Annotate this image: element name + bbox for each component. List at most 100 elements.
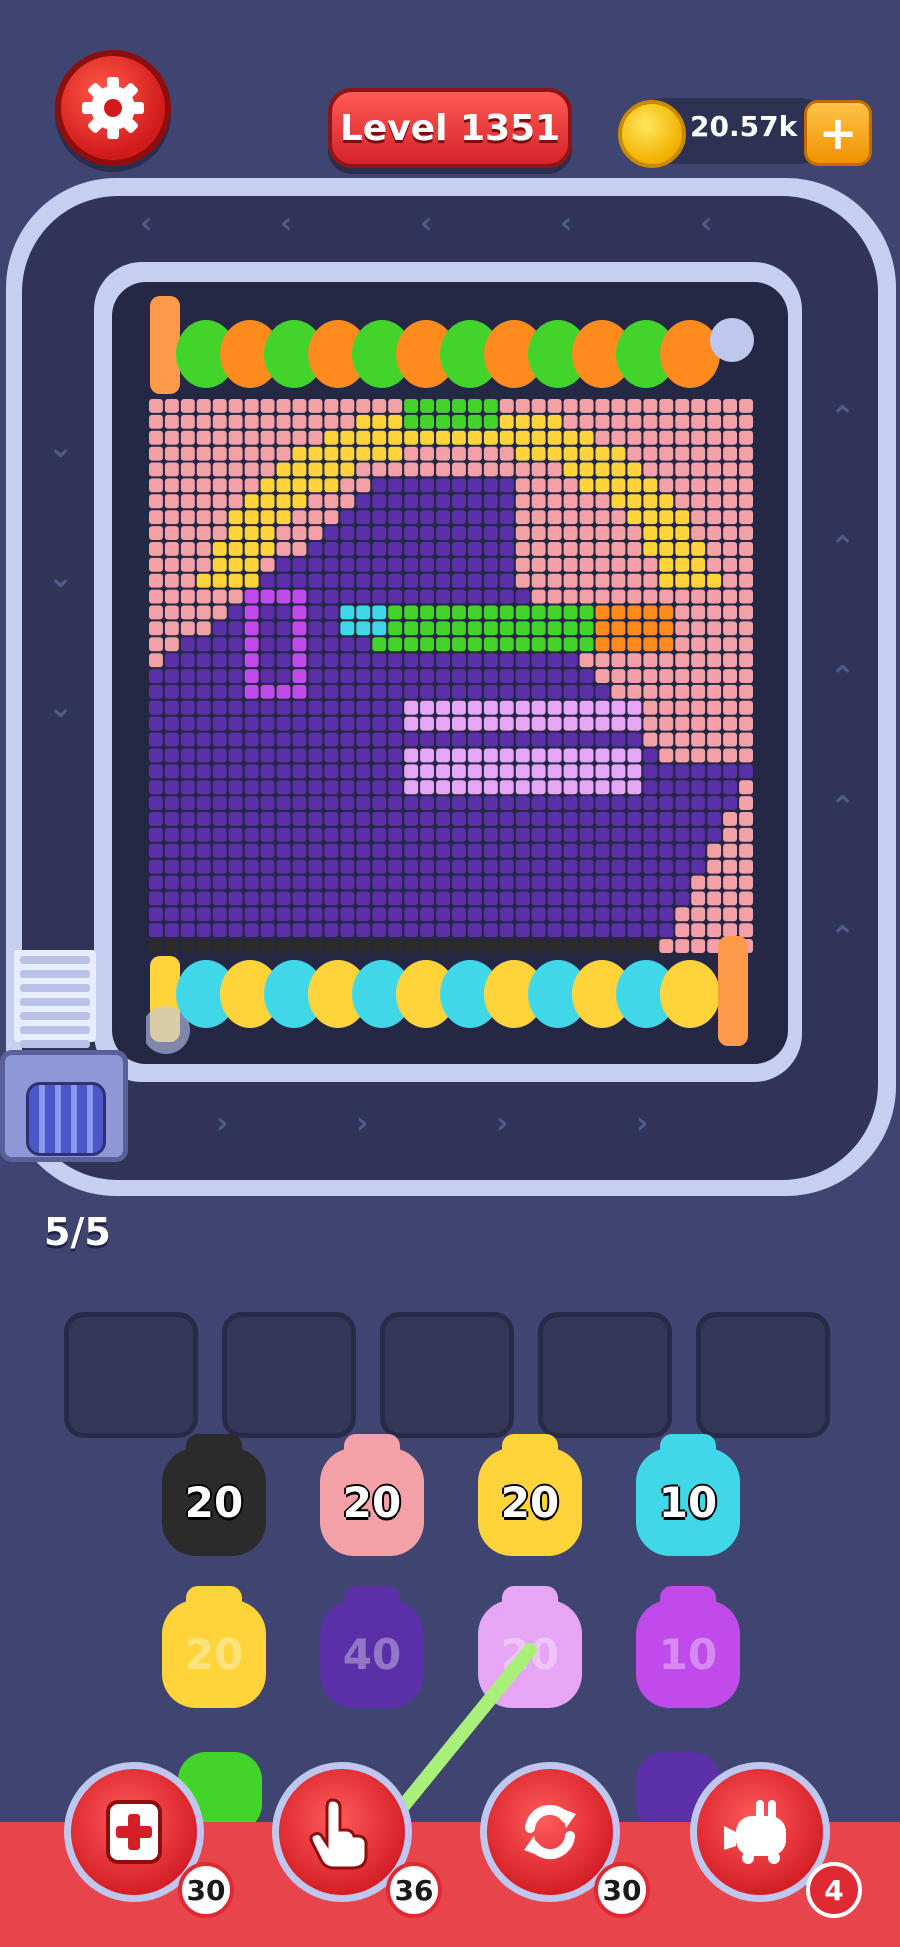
pixel-cell (595, 764, 610, 779)
pixel-cell (483, 907, 498, 922)
pixel-cell (324, 891, 339, 906)
pixel-cell (244, 589, 259, 604)
pixel-cell (292, 780, 307, 795)
pixel-cell (595, 796, 610, 810)
pixel-cell (308, 462, 323, 477)
pixel-cell (499, 732, 514, 747)
add-coins-button[interactable]: + (804, 100, 872, 166)
track-arrow-icon: ⌄ (48, 690, 74, 725)
pixel-cell (228, 684, 243, 699)
pixel-cell (627, 494, 642, 509)
bunny-piece[interactable]: 20 (478, 1434, 582, 1556)
pixel-cell (324, 827, 339, 842)
pixel-cell (563, 430, 578, 445)
pixel-cell (563, 812, 578, 826)
bunny-piece[interactable]: 20 (162, 1434, 266, 1556)
pixel-cell (180, 907, 195, 922)
pixel-cell (675, 843, 690, 858)
pixel-cell (467, 510, 482, 525)
pixel-cell (196, 827, 211, 842)
pixel-cell (260, 780, 275, 795)
pixel-cell (372, 494, 387, 509)
pixel-cell (420, 732, 434, 747)
pixel-cell (324, 462, 339, 477)
pixel-cell (308, 510, 323, 525)
pixel-cell (595, 780, 610, 795)
bunny-piece[interactable]: 20 (320, 1434, 424, 1556)
pixel-cell (260, 812, 275, 826)
pixel-cell (356, 748, 371, 763)
pixel-cell (643, 748, 658, 763)
pixel-cell (292, 684, 307, 699)
pixel-cell (531, 557, 546, 572)
pixel-cell (467, 446, 482, 461)
pixel-cell (260, 796, 275, 810)
pixel-cell (372, 812, 387, 826)
pixel-cell (244, 732, 259, 747)
pixel-cell (595, 542, 610, 556)
pixel-cell (260, 399, 275, 413)
pixel-cell (388, 875, 403, 890)
pixel-cell (324, 446, 339, 461)
pixel-cell (659, 764, 674, 779)
pixel-cell (691, 875, 706, 890)
bunny-piece[interactable]: 10 (636, 1434, 740, 1556)
pixel-cell (324, 716, 339, 731)
pixel-cell (547, 637, 562, 652)
pixel-cell (531, 542, 546, 556)
pixel-cell (372, 573, 387, 588)
pixel-cell (340, 827, 355, 842)
pixel-cell (707, 875, 722, 890)
pixel-cell (515, 700, 530, 715)
pixel-cell (164, 478, 179, 493)
pixel-cell (388, 812, 403, 826)
pixel-cell (515, 446, 530, 461)
pixel-cell (388, 557, 403, 572)
pixel-cell (643, 399, 658, 413)
pixel-cell (149, 653, 163, 668)
pixel-cell (707, 684, 722, 699)
pixel-cell (627, 732, 642, 747)
pixel-cell (595, 446, 610, 461)
pixel-cell (579, 605, 594, 620)
pixel-cell (563, 764, 578, 779)
pixel-cell (739, 399, 753, 413)
pixel-cell (739, 446, 753, 461)
pixel-cell (340, 399, 355, 413)
pixel-cell (579, 557, 594, 572)
pixel-cell (547, 812, 562, 826)
pixel-cell (420, 573, 434, 588)
pixel-cell (292, 494, 307, 509)
pixel-cell (499, 796, 514, 810)
pixel-cell (196, 462, 211, 477)
pixel-cell (611, 589, 626, 604)
pixel-cell (675, 621, 690, 636)
pixel-cell (164, 732, 179, 747)
pixel-cell (515, 637, 530, 652)
pixel-cell (420, 399, 434, 413)
pixel-cell (149, 621, 163, 636)
pixel-cell (228, 732, 243, 747)
pixel-cell (308, 891, 323, 906)
track-arrow-icon: ‹ (560, 206, 573, 241)
pixel-cell (499, 557, 514, 572)
pixel-cell (452, 796, 466, 810)
pixel-cell (388, 430, 403, 445)
pixel-cell (324, 621, 339, 636)
pixel-cell (149, 669, 163, 683)
pixel-cell (228, 716, 243, 731)
pixel-cell (244, 748, 259, 763)
pixel-cell (659, 637, 674, 652)
pixel-cell (436, 684, 450, 699)
settings-button[interactable] (55, 50, 171, 166)
pixel-cell (547, 526, 562, 540)
pixel-cell (324, 843, 339, 858)
pixel-cell (691, 557, 706, 572)
pixel-cell (515, 827, 530, 842)
pixel-cell (723, 399, 737, 413)
pixel-cell (372, 621, 387, 636)
pixel-cell (292, 812, 307, 826)
pixel-cell (228, 653, 243, 668)
pixel-cell (643, 494, 658, 509)
pixel-cell (723, 923, 737, 938)
